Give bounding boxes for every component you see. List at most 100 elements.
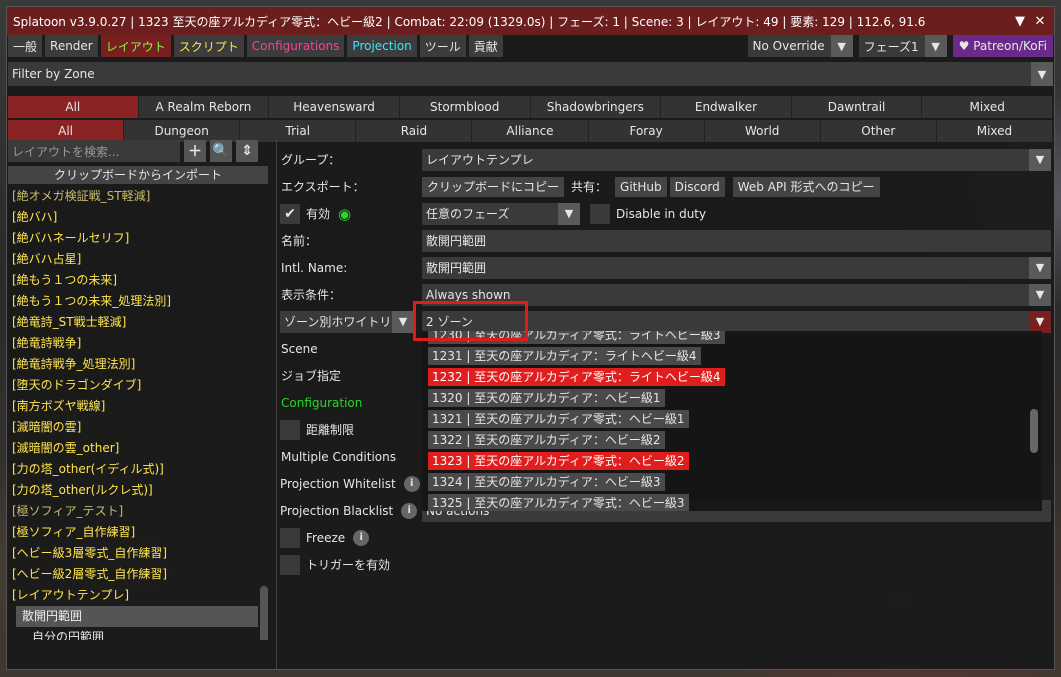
layout-item[interactable]: [絶バハネールセリフ] — [8, 228, 268, 249]
tab-7[interactable]: 貢献 — [468, 35, 503, 57]
layout-item[interactable]: [南方ボズヤ戦線] — [8, 396, 268, 417]
zone-option[interactable]: 1324 | 至天の座アルカディア：ヘビー級3 — [428, 473, 665, 491]
tab-4[interactable]: Configurations — [246, 35, 345, 57]
layout-item[interactable]: [滅暗闇の雲] — [8, 417, 268, 438]
enabled-checkbox[interactable]: ✔ — [280, 203, 300, 224]
layout-item[interactable]: [絶竜詩_ST戦士軽減] — [8, 312, 268, 333]
content-type-filter-5[interactable]: Foray — [588, 120, 705, 142]
github-button[interactable]: GitHub — [615, 176, 667, 197]
layout-item[interactable]: [堕天のドラゴンダイブ] — [8, 375, 268, 396]
info-icon[interactable]: i — [401, 502, 418, 519]
distance-limit-checkbox[interactable] — [280, 419, 300, 440]
layout-item[interactable]: [レイアウトテンプレ] — [8, 585, 268, 606]
patreon-button[interactable]: ♥ Patreon/KoFi — [952, 35, 1053, 57]
layout-item[interactable]: [絶竜詩戦争_処理法別] — [8, 354, 268, 375]
zone-option[interactable]: 1323 | 至天の座アルカディア零式：ヘビー級2 — [428, 452, 689, 470]
zone-option[interactable]: 1232 | 至天の座アルカディア零式：ライトヘビー級4 — [428, 368, 725, 386]
zone-dropdown-scrollbar[interactable] — [1030, 409, 1038, 453]
zone-option[interactable]: 1321 | 至天の座アルカディア零式：ヘビー級1 — [428, 410, 689, 428]
display-condition-label: 表示条件： — [281, 288, 342, 302]
layout-tree: [絶オメガ検証戦_ST軽減] [絶バハ] [絶バハネールセリフ] [絶バハ占星] [絶も… — [8, 186, 268, 640]
layout-item[interactable]: [極ソフィア_自作練習] — [8, 522, 268, 543]
tab-3[interactable]: スクリプト — [173, 35, 244, 57]
zone-option[interactable]: 1322 | 至天の座アルカディア：ヘビー級2 — [428, 431, 665, 449]
layout-item[interactable]: 自分の円範囲 — [8, 627, 268, 640]
override-select[interactable]: No Override ▼ — [747, 35, 853, 57]
layout-item[interactable]: [ヘビー級3層零式_自作練習] — [8, 543, 268, 564]
expansion-filter-0[interactable]: All — [8, 96, 139, 118]
layout-item[interactable]: 散開円範囲 — [16, 606, 258, 627]
expansion-filter-4[interactable]: Shadowbringers — [530, 96, 662, 118]
tab-5[interactable]: Projection — [347, 35, 417, 57]
add-icon[interactable]: ＋ — [184, 140, 206, 162]
collapse-icon[interactable]: ▼ — [1012, 14, 1028, 29]
share-label: 共有： — [571, 180, 608, 194]
info-icon[interactable]: i — [353, 529, 370, 546]
layout-item[interactable]: [絶オメガ検証戦_ST軽減] — [8, 186, 268, 207]
tab-6[interactable]: ツール — [419, 35, 466, 57]
expansion-filter-3[interactable]: Stormblood — [399, 96, 531, 118]
layout-item[interactable]: [絶バハ占星] — [8, 249, 268, 270]
panel-divider[interactable] — [276, 140, 277, 669]
copy-clipboard-button[interactable]: クリップボードにコピー — [422, 176, 565, 197]
info-icon[interactable]: i — [403, 475, 420, 492]
expansion-filter-7[interactable]: Mixed — [922, 96, 1053, 118]
layout-item[interactable]: [ヘビー級2層零式_自作練習] — [8, 564, 268, 585]
zone-whitelist-mode-select[interactable]: ゾーン別ホワイトリ ▼ — [280, 310, 414, 333]
freeze-label: Freeze — [306, 530, 346, 545]
disable-in-duty-checkbox[interactable] — [590, 203, 610, 224]
group-value: レイアウトテンプレ — [426, 153, 534, 167]
chevron-down-icon: ▼ — [1029, 256, 1051, 279]
filter-by-zone-select[interactable]: Filter by Zone ▼ — [8, 62, 1053, 86]
import-clipboard-button[interactable]: クリップボードからインポート — [8, 166, 268, 184]
sort-icon[interactable]: ⇕ — [236, 140, 258, 162]
group-select[interactable]: レイアウトテンプレ ▼ — [422, 148, 1051, 171]
zone-whitelist-label: ゾーン別ホワイトリ — [284, 315, 392, 329]
phase-select[interactable]: フェーズ1 ▼ — [858, 35, 947, 57]
intl-name-label: Intl. Name: — [281, 260, 348, 275]
content-type-filter-2[interactable]: Trial — [240, 120, 357, 142]
layout-item[interactable]: [滅暗闇の雲_other] — [8, 438, 268, 459]
content-type-filter-0[interactable]: All — [8, 120, 125, 142]
expansion-filter-2[interactable]: Heavensward — [269, 96, 400, 118]
content-type-filter-7[interactable]: Other — [820, 120, 937, 142]
layout-scrollbar[interactable] — [260, 586, 268, 640]
zone-option[interactable]: 1325 | 至天の座アルカディア零式：ヘビー級3 — [428, 494, 689, 511]
close-icon[interactable]: ✕ — [1032, 14, 1048, 29]
configuration-label[interactable]: Configuration — [280, 396, 420, 410]
layout-item[interactable]: [極ソフィア_テスト] — [8, 501, 268, 522]
layout-item[interactable]: [絶バハ] — [8, 207, 268, 228]
layout-item[interactable]: [絶もう１つの未来] — [8, 270, 268, 291]
zone-option[interactable]: 1231 | 至天の座アルカディア：ライトヘビー級4 — [428, 347, 701, 365]
layout-item[interactable]: [力の塔_other(イディル式)] — [8, 459, 268, 480]
search-icon[interactable]: 🔍 — [210, 140, 232, 162]
phase-condition-select[interactable]: 任意のフェーズ ▼ — [422, 202, 580, 225]
title-bar[interactable]: Splatoon v3.9.0.27 | 1323 至天の座アルカディア零式：ヘ… — [7, 7, 1054, 35]
content-type-filter-1[interactable]: Dungeon — [124, 120, 241, 142]
content-type-filter-3[interactable]: Raid — [356, 120, 473, 142]
layout-search-input[interactable]: レイアウトを検索... — [8, 140, 180, 162]
tab-0[interactable]: 一般 — [8, 35, 43, 57]
zone-option[interactable]: 1320 | 至天の座アルカディア：ヘビー級1 — [428, 389, 665, 407]
content-type-filter-8[interactable]: Mixed — [936, 120, 1053, 142]
content-type-filter-4[interactable]: Alliance — [472, 120, 589, 142]
expansion-filter-1[interactable]: A Realm Reborn — [138, 96, 270, 118]
layout-item[interactable]: [力の塔_other(ルクレ式)] — [8, 480, 268, 501]
expansion-filter-6[interactable]: Dawntrail — [791, 96, 923, 118]
layout-item[interactable]: [絶もう１つの未来_処理法別] — [8, 291, 268, 312]
content-type-filter-6[interactable]: World — [704, 120, 821, 142]
trigger-checkbox[interactable] — [280, 554, 300, 575]
tab-2[interactable]: レイアウト — [100, 35, 171, 57]
expansion-filter-row: All A Realm Reborn Heavensward Stormblood Sh… — [8, 96, 1053, 118]
enabled-label: 有効 — [306, 207, 331, 221]
intl-name-select[interactable]: 散開円範囲 ▼ — [422, 256, 1051, 279]
discord-button[interactable]: Discord — [669, 176, 725, 197]
freeze-checkbox[interactable] — [280, 527, 300, 548]
layout-item[interactable]: [絶竜詩戦争] — [8, 333, 268, 354]
expansion-filter-5[interactable]: Endwalker — [661, 96, 792, 118]
name-input[interactable]: 散開円範囲 — [422, 229, 1051, 252]
phase-select-value: フェーズ1 — [863, 39, 919, 54]
tab-1[interactable]: Render — [45, 35, 98, 57]
eye-icon[interactable]: ◉ — [338, 205, 351, 223]
webapi-copy-button[interactable]: Web API 形式へのコピー — [732, 176, 880, 197]
